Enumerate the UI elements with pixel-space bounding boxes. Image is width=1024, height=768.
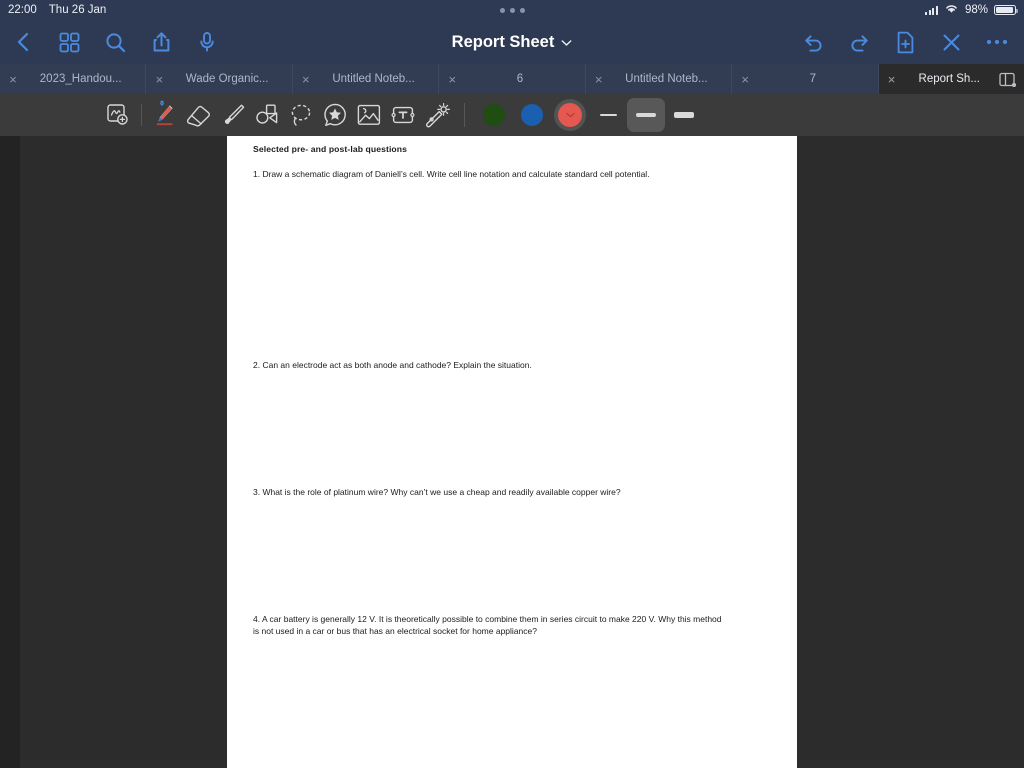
tab-close-button[interactable]: × bbox=[879, 73, 905, 86]
app-header: Report Sheet bbox=[0, 20, 1024, 64]
magic-wand-tool-icon[interactable] bbox=[420, 98, 454, 132]
highlighter-tool-icon[interactable] bbox=[216, 98, 250, 132]
add-page-icon[interactable] bbox=[892, 29, 918, 55]
header-right-actions bbox=[800, 29, 1024, 55]
tab-label: 7 bbox=[809, 73, 817, 85]
microphone-icon[interactable] bbox=[194, 29, 220, 55]
undo-icon[interactable] bbox=[800, 29, 826, 55]
document-canvas[interactable]: Selected pre- and post-lab questions 1. … bbox=[0, 136, 1024, 768]
header-left-actions bbox=[0, 29, 220, 55]
doc-title-text[interactable]: Report Sheet bbox=[452, 33, 555, 52]
color-swatch-selected-ring bbox=[554, 99, 586, 131]
multitask-dot bbox=[509, 7, 515, 13]
tab-label: 2023_Handou... bbox=[39, 73, 122, 85]
color-swatch-blue[interactable] bbox=[513, 98, 551, 132]
chevron-left-icon[interactable] bbox=[10, 29, 36, 55]
question-3: 3. What is the role of platinum wire? Wh… bbox=[253, 487, 621, 498]
tab-label: Untitled Noteb... bbox=[625, 73, 708, 85]
color-swatch-red[interactable] bbox=[551, 98, 589, 132]
canvas-left-gutter bbox=[0, 136, 20, 768]
question-4: 4. A car battery is generally 12 V. It i… bbox=[253, 614, 722, 637]
tab-item[interactable]: × Wade Organic... bbox=[146, 64, 293, 94]
more-horizontal-icon[interactable] bbox=[984, 29, 1010, 55]
multitask-dots-icon[interactable] bbox=[0, 0, 1024, 20]
tab-item[interactable]: × 2023_Handou... bbox=[0, 64, 147, 94]
tab-label: 6 bbox=[516, 73, 524, 85]
grid-view-icon[interactable] bbox=[56, 29, 82, 55]
tab-item[interactable]: × Untitled Noteb... bbox=[586, 64, 733, 94]
tab-item-active[interactable]: × Report Sh... bbox=[878, 64, 1024, 94]
tab-bar: × 2023_Handou... × Wade Organic... × Unt… bbox=[0, 64, 1024, 94]
tab-label: Untitled Noteb... bbox=[332, 73, 415, 85]
eraser-tool-icon[interactable] bbox=[182, 98, 216, 132]
document-heading: Selected pre- and post-lab questions bbox=[253, 144, 408, 154]
sticker-tool-icon[interactable] bbox=[318, 98, 352, 132]
tab-close-button[interactable]: × bbox=[586, 73, 612, 86]
palette-divider bbox=[464, 103, 465, 127]
chevron-down-icon[interactable] bbox=[561, 33, 572, 52]
color-swatch-blue-dot[interactable] bbox=[521, 104, 543, 126]
tab-item[interactable]: × 7 bbox=[732, 64, 879, 94]
lasso-tool-icon[interactable] bbox=[284, 98, 318, 132]
split-view-icon[interactable] bbox=[998, 72, 1024, 87]
stroke-thick[interactable] bbox=[665, 98, 703, 132]
shapes-tool-icon[interactable] bbox=[250, 98, 284, 132]
share-icon[interactable] bbox=[148, 29, 174, 55]
zoom-write-tool-icon[interactable] bbox=[101, 98, 135, 132]
tab-label: Wade Organic... bbox=[185, 73, 269, 85]
tab-close-button[interactable]: × bbox=[0, 73, 26, 86]
pen-tool-icon[interactable] bbox=[148, 98, 182, 132]
tab-close-button[interactable]: × bbox=[439, 73, 465, 86]
page-content: Selected pre- and post-lab questions 1. … bbox=[227, 136, 797, 637]
text-box-tool-icon[interactable] bbox=[386, 98, 420, 132]
color-swatch-red-dot[interactable] bbox=[558, 103, 582, 127]
redo-icon[interactable] bbox=[846, 29, 872, 55]
tab-label: Report Sh... bbox=[918, 73, 980, 85]
status-bar: 22:00 Thu 26 Jan 98% bbox=[0, 0, 1024, 20]
image-tool-icon[interactable] bbox=[352, 98, 386, 132]
color-swatch-green-dot[interactable] bbox=[483, 104, 505, 126]
multitask-dot bbox=[519, 7, 525, 13]
tab-item[interactable]: × Untitled Noteb... bbox=[293, 64, 440, 94]
chevron-down-icon bbox=[565, 113, 575, 118]
tab-close-button[interactable]: × bbox=[293, 73, 319, 86]
tab-item[interactable]: × 6 bbox=[439, 64, 586, 94]
tab-close-button[interactable]: × bbox=[732, 73, 758, 86]
question-1: 1. Draw a schematic diagram of Daniell’s… bbox=[253, 169, 650, 179]
tab-close-button[interactable]: × bbox=[146, 73, 172, 86]
multitask-dot bbox=[499, 7, 505, 13]
search-icon[interactable] bbox=[102, 29, 128, 55]
color-swatch-green[interactable] bbox=[475, 98, 513, 132]
tool-bar bbox=[0, 94, 1024, 136]
battery-icon bbox=[994, 5, 1018, 15]
document-page[interactable]: Selected pre- and post-lab questions 1. … bbox=[227, 136, 797, 768]
tool-divider bbox=[141, 104, 142, 126]
stroke-thin[interactable] bbox=[589, 98, 627, 132]
question-2: 2. Can an electrode act as both anode an… bbox=[253, 360, 532, 371]
stroke-medium[interactable] bbox=[627, 98, 665, 132]
close-x-icon[interactable] bbox=[938, 29, 964, 55]
